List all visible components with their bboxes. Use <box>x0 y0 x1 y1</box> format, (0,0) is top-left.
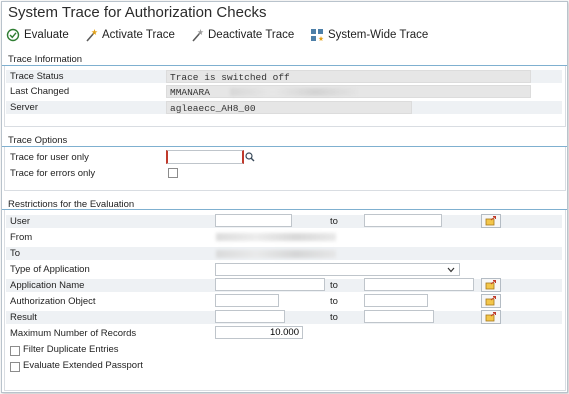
max-records-input[interactable] <box>215 326 303 339</box>
max-records-label: Maximum Number of Records <box>10 328 137 339</box>
user-label: User <box>10 216 31 227</box>
last-changed-label: Last Changed <box>10 86 70 97</box>
application-name-multiple-selection-button[interactable] <box>481 278 501 292</box>
redacted-from-datetime <box>216 233 336 241</box>
redacted-to-datetime <box>216 250 336 258</box>
extended-passport-checkbox[interactable] <box>10 362 20 372</box>
result-to-label: to <box>330 312 338 323</box>
multiple-selection-icon <box>485 216 496 226</box>
deactivate-trace-icon <box>192 29 204 42</box>
trace-options-heading: Trace Options <box>8 135 68 146</box>
application-name-label: Application Name <box>10 280 85 291</box>
app-window: System Trace for Authorization Checks Ev… <box>1 1 568 393</box>
type-of-application-dropdown[interactable] <box>215 263 460 276</box>
system-wide-trace-button[interactable]: System-Wide Trace <box>310 27 428 43</box>
activate-trace-button[interactable]: Activate Trace <box>86 27 175 43</box>
deactivate-trace-label: Deactivate Trace <box>208 29 295 41</box>
last-changed-user: MMANARA <box>170 87 210 98</box>
multiple-selection-icon <box>485 280 496 290</box>
application-name-to-input[interactable] <box>364 278 474 291</box>
server-field: agleaecc_AH8_00 <box>166 101 412 114</box>
trace-user-only-input[interactable] <box>166 150 244 164</box>
user-multiple-selection-button[interactable] <box>481 214 501 228</box>
authorization-object-multiple-selection-button[interactable] <box>481 294 501 308</box>
trace-errors-only-checkbox[interactable] <box>168 168 178 178</box>
filter-duplicate-label: Filter Duplicate Entries <box>23 344 119 355</box>
result-label: Result <box>10 312 37 323</box>
server-label: Server <box>10 102 38 113</box>
extended-passport-label: Evaluate Extended Passport <box>23 360 143 371</box>
application-name-to-label: to <box>330 280 338 291</box>
deactivate-trace-button[interactable]: Deactivate Trace <box>192 27 294 43</box>
from-label: From <box>10 232 33 243</box>
search-help-icon <box>245 152 255 162</box>
evaluate-button[interactable]: Evaluate <box>6 27 69 43</box>
result-multiple-selection-button[interactable] <box>481 310 501 324</box>
toolbar: Evaluate Activate Trace Deactivate Trace <box>2 24 567 46</box>
to-date-label: To <box>10 248 21 259</box>
authorization-object-to-input[interactable] <box>364 294 428 307</box>
trace-user-only-label: Trace for user only <box>10 152 89 163</box>
activate-trace-icon <box>86 29 98 42</box>
system-wide-trace-label: System-Wide Trace <box>328 29 429 41</box>
page-title: System Trace for Authorization Checks <box>8 4 267 21</box>
authorization-object-from-input[interactable] <box>215 294 279 307</box>
user-to-label: to <box>330 216 338 227</box>
authorization-object-to-label: to <box>330 296 338 307</box>
search-help-button[interactable] <box>244 150 256 164</box>
result-to-input[interactable] <box>364 310 434 323</box>
system-wide-trace-icon <box>311 29 324 41</box>
trace-status-field: Trace is switched off <box>166 70 531 83</box>
redacted-timestamp <box>230 88 358 96</box>
multiple-selection-icon <box>485 312 496 322</box>
trace-status-label: Trace Status <box>10 71 64 82</box>
user-to-input[interactable] <box>364 214 442 227</box>
user-from-input[interactable] <box>215 214 292 227</box>
multiple-selection-icon <box>485 296 496 306</box>
dropdown-chevron-icon <box>447 267 455 273</box>
result-from-input[interactable] <box>215 310 285 323</box>
type-of-application-label: Type of Application <box>10 264 90 275</box>
filter-duplicate-checkbox[interactable] <box>10 346 20 356</box>
trace-information-heading: Trace Information <box>8 54 83 65</box>
trace-errors-only-label: Trace for errors only <box>10 168 96 179</box>
activate-trace-label: Activate Trace <box>102 29 175 41</box>
evaluate-label: Evaluate <box>24 29 69 41</box>
application-name-from-input[interactable] <box>215 278 325 291</box>
authorization-object-label: Authorization Object <box>10 296 96 307</box>
evaluate-icon <box>6 28 20 42</box>
